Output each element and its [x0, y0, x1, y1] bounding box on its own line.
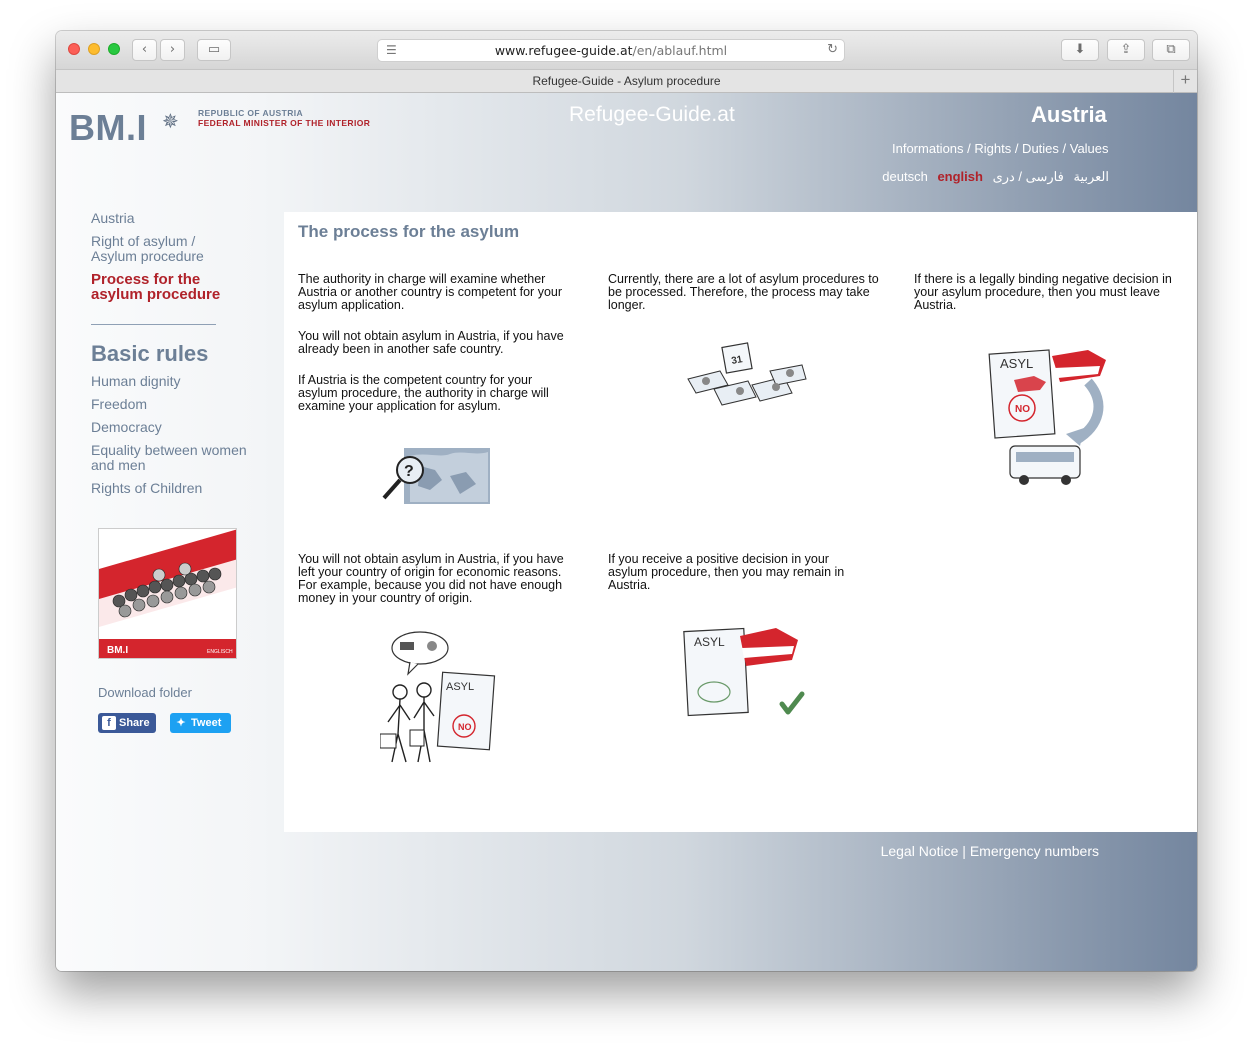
europe-map-magnifier-illustration: ? — [382, 448, 490, 504]
logo-text: BM.I — [69, 107, 147, 148]
cover-logo: BM.I — [107, 645, 128, 656]
browser-window: ‹ › ▭ ☰ www.refugee-guide.at/en/ablauf.h… — [56, 31, 1197, 971]
share-label: Share — [119, 717, 150, 729]
eagle-icon: ✵ — [162, 111, 179, 133]
folder-cover-image[interactable]: BM.I ENGLISCH — [98, 528, 237, 659]
lang-english[interactable]: english — [937, 169, 983, 184]
republic-text: REPUBLIC OF AUSTRIA — [198, 108, 304, 118]
asyl-label-3: ASYL — [694, 635, 725, 649]
footer-links: Legal Notice | Emergency numbers — [881, 843, 1099, 859]
minimize-window-button[interactable] — [88, 43, 100, 55]
column-3-text: If there is a legally binding negative d… — [914, 273, 1189, 330]
basic-rules-title: Basic rules — [91, 341, 209, 366]
close-window-button[interactable] — [68, 43, 80, 55]
main-content: The process for the asylum The authority… — [284, 212, 1197, 832]
column-2-text: Currently, there are a lot of asylum pro… — [608, 273, 883, 330]
tabs-overview-icon[interactable]: ⧉ — [1152, 39, 1190, 61]
page-title: The process for the asylum — [298, 222, 520, 241]
emergency-numbers-link[interactable]: Emergency numbers — [970, 843, 1099, 859]
info-links[interactable]: Informations / Rights / Duties / Values — [892, 141, 1109, 156]
back-icon[interactable]: ‹ — [132, 39, 157, 61]
row2-column-2-text: If you receive a positive decision in yo… — [608, 553, 868, 610]
no-stamp-1: NO — [1015, 404, 1030, 415]
downloads-icon[interactable]: ⬇ — [1061, 39, 1099, 61]
row2-column-1-text: You will not obtain asylum in Austria, i… — [298, 553, 573, 623]
ministry-text: FEDERAL MINISTER OF THE INTERIOR — [198, 118, 371, 128]
web-page: BM.I ✵ REPUBLIC OF AUSTRIA FEDERAL MINIS… — [56, 93, 1197, 971]
address-bar[interactable]: ☰ www.refugee-guide.at/en/ablauf.html ↻ — [377, 39, 845, 62]
asyl-label-2: ASYL — [446, 681, 474, 693]
nav-right-of-asylum[interactable]: Right of asylum / Asylum procedure — [91, 234, 221, 264]
sidebar-divider — [91, 324, 216, 325]
browser-toolbar: ‹ › ▭ ☰ www.refugee-guide.at/en/ablauf.h… — [56, 31, 1197, 69]
twitter-bird-icon: ✦ — [176, 717, 186, 729]
no-stamp-2: NO — [458, 722, 472, 732]
facebook-share-button[interactable]: f Share — [98, 713, 156, 733]
url-host: www.refugee-guide.at — [494, 43, 633, 58]
row2-col2-paragraph: If you receive a positive decision in yo… — [608, 552, 845, 592]
lang-deutsch[interactable]: deutsch — [882, 169, 928, 184]
nav-democracy[interactable]: Democracy — [91, 420, 281, 435]
cover-lang: ENGLISCH — [207, 649, 233, 655]
language-switcher: deutsch english العربية فارسی / دری — [876, 169, 1109, 185]
site-name[interactable]: Refugee-Guide.at — [569, 103, 735, 127]
share-icon[interactable]: ⇪ — [1107, 39, 1145, 61]
nav-freedom[interactable]: Freedom — [91, 397, 281, 412]
legal-notice-link[interactable]: Legal Notice — [881, 843, 959, 859]
col1-paragraph-3: If Austria is the competent country for … — [298, 373, 549, 413]
col3-paragraph-1: If there is a legally binding negative d… — [914, 272, 1172, 312]
family-economic-reasons-illustration: ASYL NO — [380, 631, 496, 763]
download-folder-link[interactable]: Download folder — [98, 685, 192, 700]
nav-human-dignity[interactable]: Human dignity — [91, 374, 281, 389]
paper-piles-calendar-illustration: 31 — [687, 342, 807, 406]
bmi-logo[interactable]: BM.I ✵ REPUBLIC OF AUSTRIA FEDERAL MINIS… — [69, 107, 370, 149]
positive-decision-illustration: ASYL — [683, 627, 805, 717]
sidebar-toggle-icon[interactable]: ▭ — [197, 39, 231, 61]
country-heading: Austria — [1031, 102, 1107, 127]
col1-paragraph-1: The authority in charge will examine whe… — [298, 272, 563, 312]
negative-decision-bus-illustration: ASYL NO — [988, 349, 1106, 485]
column-1-text: The authority in charge will examine whe… — [298, 273, 568, 431]
checkmark-icon — [779, 691, 805, 715]
active-tab-title[interactable]: Refugee-Guide - Asylum procedure — [532, 74, 720, 88]
col1-paragraph-2: You will not obtain asylum in Austria, i… — [298, 329, 564, 356]
asyl-label-1: ASYL — [1000, 356, 1033, 371]
tab-bar: Refugee-Guide - Asylum procedure + — [56, 69, 1197, 93]
zoom-window-button[interactable] — [108, 43, 120, 55]
lang-farsi-dari[interactable]: فارسی / دری — [993, 169, 1064, 184]
footer-separator: | — [962, 843, 966, 859]
col2-paragraph-1: Currently, there are a lot of asylum pro… — [608, 272, 879, 312]
new-tab-icon[interactable]: + — [1173, 69, 1197, 93]
row2-col1-paragraph: You will not obtain asylum in Austria, i… — [298, 552, 564, 605]
lang-arabic[interactable]: العربية — [1073, 169, 1109, 184]
twitter-tweet-button[interactable]: ✦ Tweet — [170, 713, 231, 733]
reload-icon[interactable]: ↻ — [827, 42, 838, 57]
facebook-icon: f — [102, 716, 116, 730]
sidebar: Austria Right of asylum / Asylum procedu… — [91, 211, 281, 504]
forward-icon[interactable]: › — [160, 39, 185, 61]
nav-rights-of-children[interactable]: Rights of Children — [91, 481, 281, 496]
nav-equality[interactable]: Equality between women and men — [91, 443, 251, 473]
nav-austria[interactable]: Austria — [91, 211, 281, 226]
svg-text:?: ? — [404, 463, 414, 480]
tweet-label: Tweet — [191, 717, 222, 729]
nav-process-asylum[interactable]: Process for the asylum procedure — [91, 272, 231, 302]
url-path: /en/ablauf.html — [632, 43, 728, 58]
